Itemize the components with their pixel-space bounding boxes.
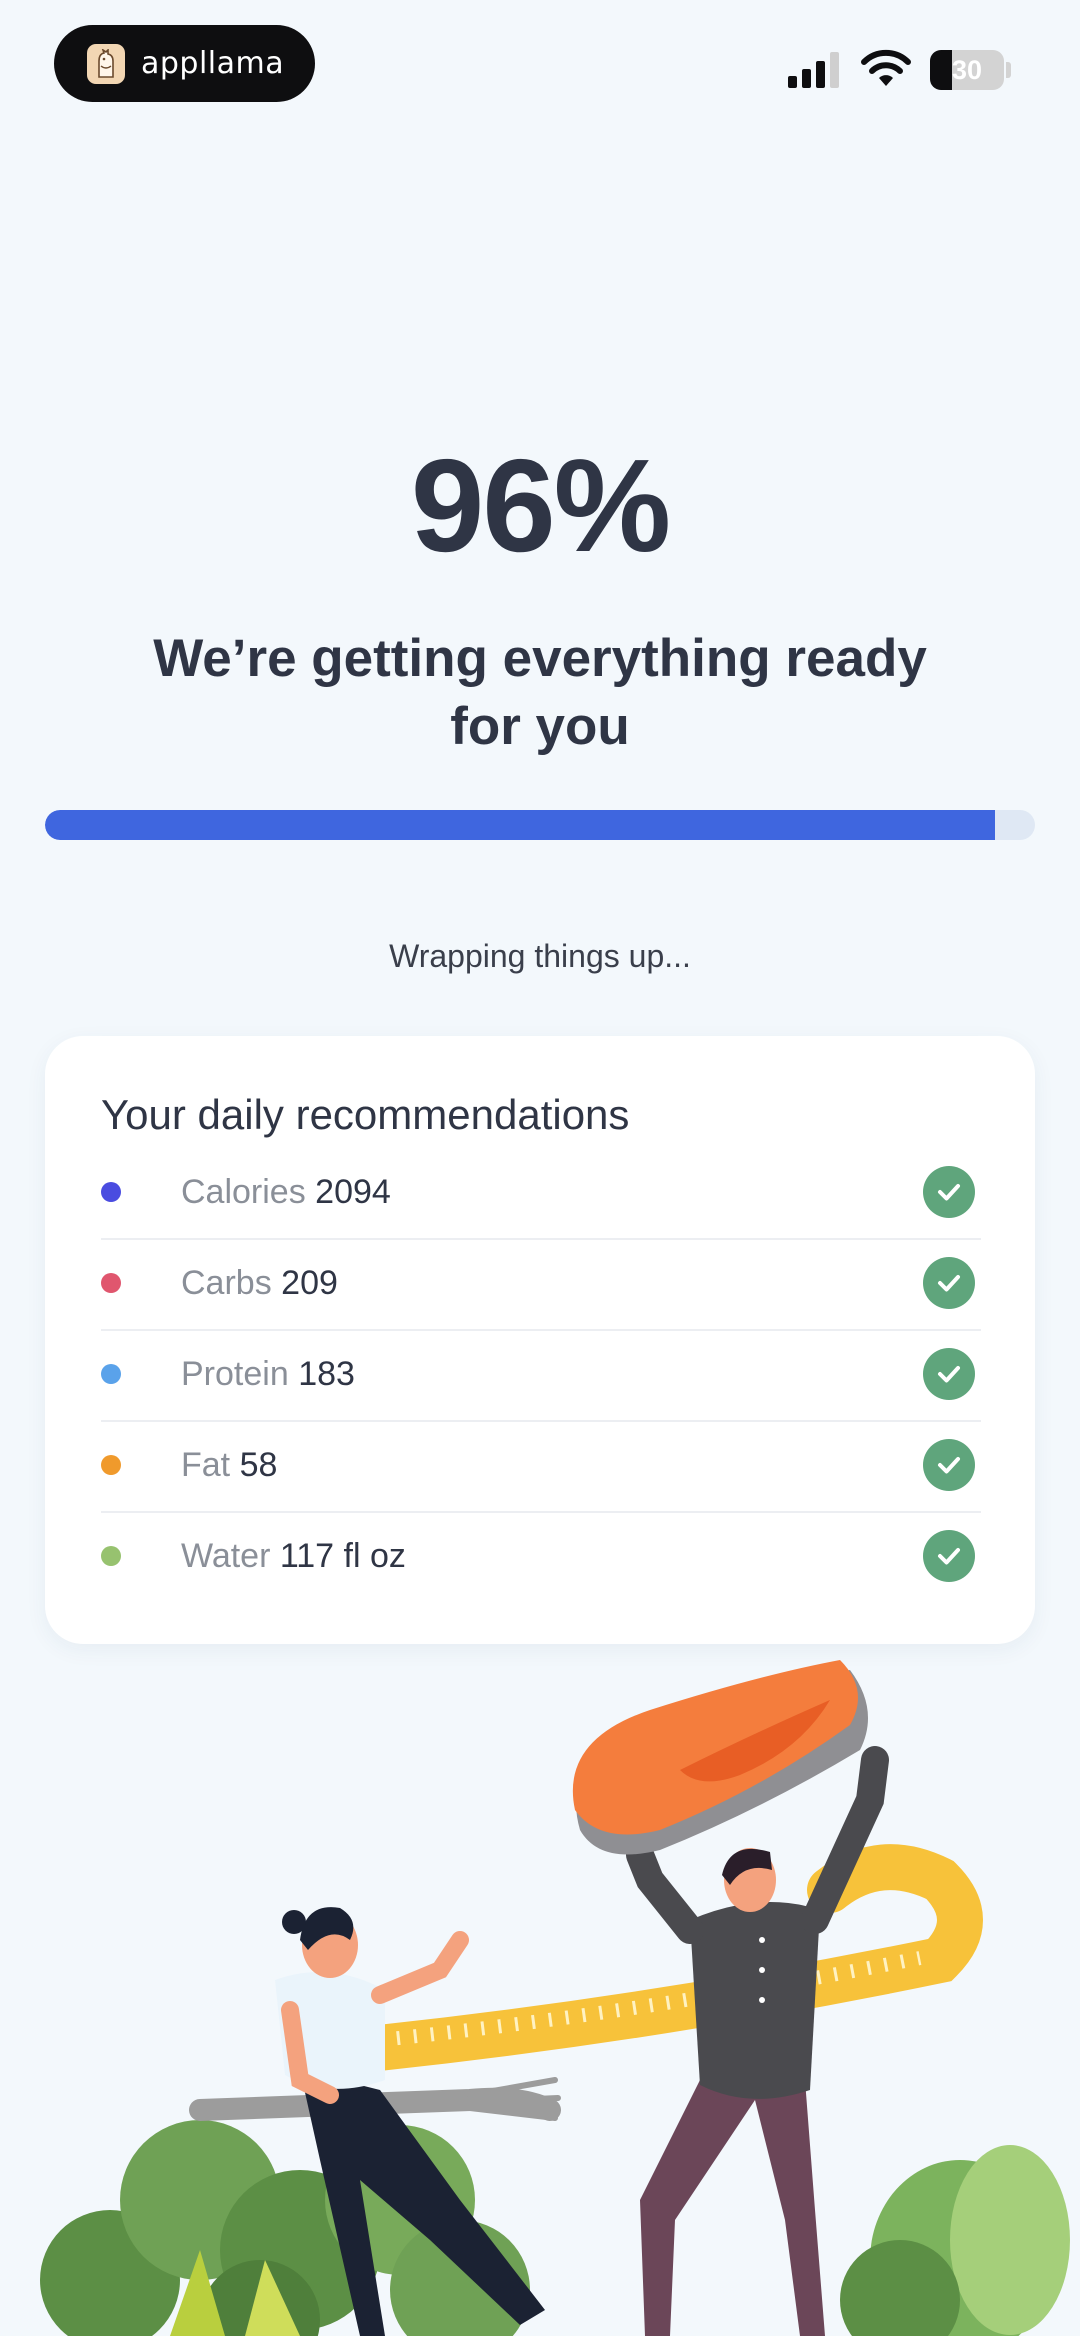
status-bar: appllama 30 bbox=[0, 0, 1080, 140]
recommendation-label: Fat bbox=[181, 1446, 231, 1484]
recommendation-row-calories: Calories 2094 bbox=[101, 1147, 981, 1240]
battery-cap bbox=[1006, 62, 1011, 78]
recommendation-value: 117 fl oz bbox=[279, 1537, 406, 1575]
progress-bar bbox=[45, 810, 1035, 840]
recommendation-value: 209 bbox=[281, 1264, 338, 1302]
recommendation-label: Calories bbox=[181, 1173, 306, 1211]
recommendation-value: 183 bbox=[298, 1355, 355, 1393]
checkmark-icon bbox=[923, 1530, 975, 1582]
recommendation-row-carbs: Carbs 209 bbox=[101, 1238, 981, 1331]
color-dot bbox=[101, 1455, 121, 1475]
lettuce-illustration bbox=[840, 2145, 1070, 2336]
wifi-icon bbox=[861, 49, 911, 86]
man-illustration bbox=[626, 1746, 889, 2336]
signal-icon bbox=[788, 52, 839, 88]
recommendation-text: Water 117 fl oz bbox=[181, 1533, 406, 1579]
recommendation-text: Calories 2094 bbox=[181, 1169, 391, 1215]
app-name: appllama bbox=[141, 46, 285, 81]
recommendation-label: Water bbox=[181, 1537, 271, 1575]
recommendation-text: Fat 58 bbox=[181, 1442, 277, 1488]
recommendations-card: Your daily recommendations Calories 2094… bbox=[45, 1036, 1035, 1644]
card-title: Your daily recommendations bbox=[101, 1091, 630, 1138]
color-dot bbox=[101, 1546, 121, 1566]
recommendation-label: Protein bbox=[181, 1355, 289, 1393]
nutrition-illustration bbox=[40, 1660, 1070, 2336]
recommendation-row-protein: Protein 183 bbox=[101, 1329, 981, 1422]
progress-percent: 96% bbox=[410, 432, 671, 579]
recommendation-value: 2094 bbox=[315, 1173, 391, 1211]
checkmark-icon bbox=[923, 1439, 975, 1491]
color-dot bbox=[101, 1273, 121, 1293]
recommendation-label: Carbs bbox=[181, 1264, 272, 1302]
battery-icon: 30 bbox=[930, 50, 1004, 90]
progress-bar-fill bbox=[45, 810, 996, 840]
salmon-illustration bbox=[572, 1660, 868, 1855]
app-badge[interactable]: appllama bbox=[54, 25, 315, 102]
checkmark-icon bbox=[923, 1257, 975, 1309]
recommendation-row-water: Water 117 fl oz bbox=[101, 1511, 981, 1602]
recommendation-text: Protein 183 bbox=[181, 1351, 355, 1397]
recommendation-value: 58 bbox=[239, 1446, 278, 1484]
page-title: We’re getting everything ready for you bbox=[153, 629, 927, 756]
llama-logo-icon bbox=[87, 43, 125, 84]
recommendation-row-fat: Fat 58 bbox=[101, 1420, 981, 1513]
progress-status-text: Wrapping things up... bbox=[389, 938, 691, 974]
checkmark-icon bbox=[923, 1166, 975, 1218]
checkmark-icon bbox=[923, 1348, 975, 1400]
battery-percent: 30 bbox=[951, 54, 983, 85]
color-dot bbox=[101, 1182, 121, 1202]
recommendation-text: Carbs 209 bbox=[181, 1260, 338, 1306]
color-dot bbox=[101, 1364, 121, 1384]
